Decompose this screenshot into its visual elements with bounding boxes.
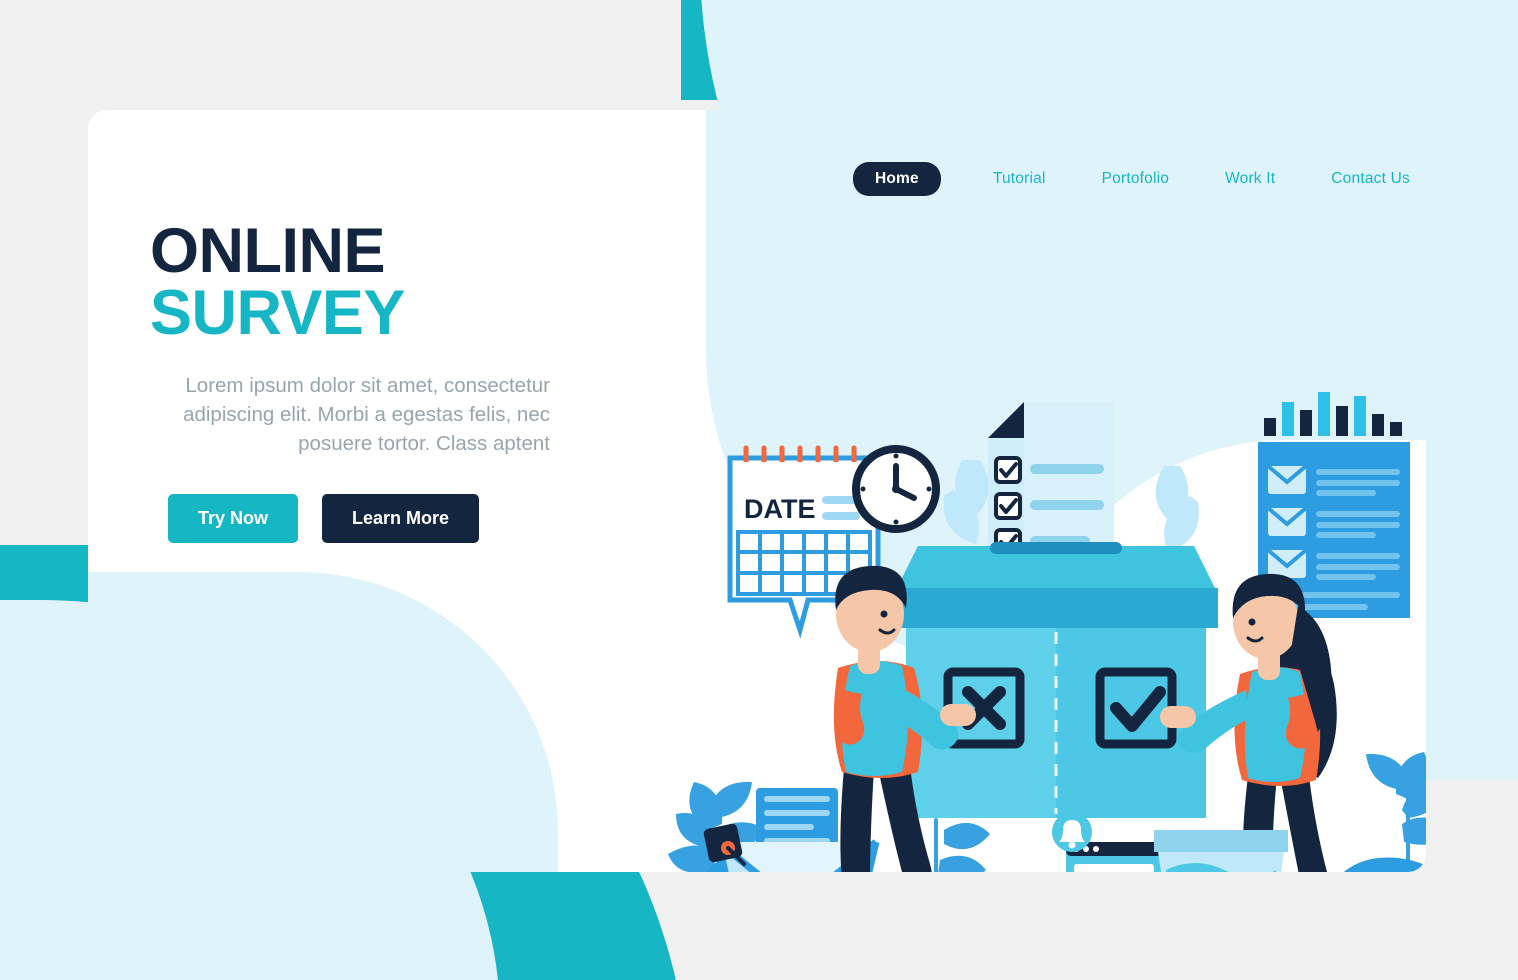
nav-item-work-it[interactable]: Work It: [1197, 170, 1303, 188]
nav-item-home[interactable]: Home: [853, 162, 941, 196]
nav-item-portofolio[interactable]: Portofolio: [1074, 170, 1197, 188]
survey-checklist: [994, 456, 1104, 556]
male-leg-left: [840, 768, 874, 872]
nav-item-contact-us[interactable]: Contact Us: [1303, 170, 1426, 188]
male-eye: [880, 610, 888, 618]
male-arm-left: [834, 690, 865, 745]
female-leg-right: [1280, 776, 1327, 872]
card-accent-bottom-left: [88, 572, 558, 872]
notification-bell-icon: [1052, 812, 1092, 852]
try-now-button[interactable]: Try Now: [168, 494, 299, 544]
nav-item-tutorial[interactable]: Tutorial: [965, 170, 1074, 188]
leaf-decor-right: [1366, 752, 1426, 872]
ballot-box-lid: [894, 588, 1218, 628]
learn-more-button[interactable]: Learn More: [322, 494, 480, 544]
clock-icon: [852, 445, 940, 533]
bar-chart: [1264, 392, 1402, 436]
hero-section: ONLINE SURVEY Lorem ipsum dolor sit amet…: [150, 220, 570, 544]
calendar-date-label: DATE: [744, 494, 816, 524]
ballot-box: [894, 542, 1218, 818]
female-eye: [1248, 618, 1256, 626]
male-hand-right: [940, 704, 976, 726]
leaf-decor-center: [934, 818, 990, 872]
main-navigation[interactable]: Home Tutorial Portofolio Work It Contact…: [853, 162, 1426, 196]
open-box-right: [1154, 830, 1288, 872]
hero-button-row: Try Now Learn More: [150, 494, 570, 544]
landing-page: Home Tutorial Portofolio Work It Contact…: [0, 0, 1518, 980]
survey-paper: [988, 402, 1114, 556]
hero-paragraph: Lorem ipsum dolor sit amet, consectetur …: [183, 373, 550, 455]
ballot-slot: [990, 542, 1122, 554]
page-title: ONLINE SURVEY: [150, 220, 570, 349]
paper-folded-corner: [988, 402, 1024, 438]
female-hand-left: [1160, 706, 1196, 728]
hero-title-line1: ONLINE: [150, 216, 386, 286]
hero-illustration: DATE: [558, 270, 1426, 872]
hero-title-line2: SURVEY: [150, 278, 405, 349]
main-card: Home Tutorial Portofolio Work It Contact…: [88, 110, 1426, 872]
